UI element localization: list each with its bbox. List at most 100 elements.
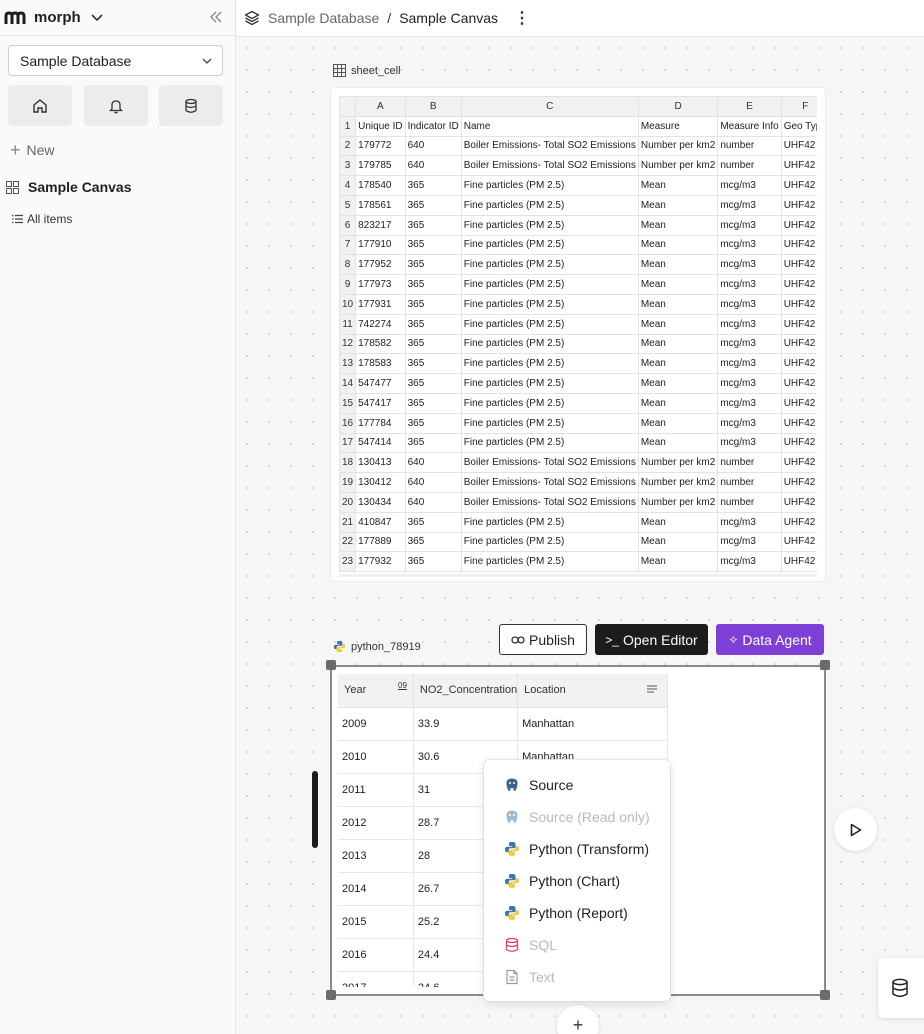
breadcrumb-database[interactable]: Sample Database — [268, 10, 379, 26]
sheet-cell[interactable]: 365 — [404, 511, 462, 533]
sheet-cell[interactable]: 640 — [404, 155, 462, 177]
sheet-cell[interactable]: mcg/m3 — [717, 254, 782, 276]
row-number[interactable]: 8 — [339, 254, 357, 276]
sheet-cell[interactable]: Fine particles (PM 2.5) — [460, 353, 639, 375]
sheet-cell[interactable]: 177889 — [355, 531, 406, 553]
run-button[interactable] — [834, 808, 877, 851]
sheet-cell[interactable]: Geo Type — [780, 115, 817, 137]
table-cell[interactable]: 2015 — [338, 905, 414, 939]
sheet-cell[interactable]: mcg/m3 — [717, 373, 782, 394]
resize-handle-top-left[interactable] — [326, 660, 336, 670]
sheet-cell[interactable]: Mean — [637, 353, 719, 375]
sheet-cell[interactable]: UHF42 — [780, 472, 817, 493]
sheet-cell[interactable]: Mean — [637, 333, 719, 355]
sheet-cell[interactable]: UHF42 — [780, 373, 817, 394]
publish-button[interactable]: Publish — [499, 624, 587, 655]
row-number[interactable]: 13 — [339, 353, 357, 375]
sheet-cell[interactable]: UHF42 — [780, 511, 817, 533]
sheet-cell[interactable]: number — [717, 491, 782, 513]
sheet-cell[interactable]: 365 — [404, 214, 462, 236]
sheet-cell[interactable]: Mean — [637, 551, 719, 573]
sheet-cell[interactable]: 365 — [404, 175, 462, 196]
sheet-cell[interactable]: Mean — [637, 531, 719, 553]
row-number[interactable]: 9 — [339, 274, 357, 295]
new-button[interactable]: + New — [10, 141, 55, 159]
sheet-cell[interactable]: 365 — [404, 194, 462, 216]
sheet-cell[interactable]: UHF42 — [780, 491, 817, 513]
row-number[interactable]: 23 — [339, 551, 357, 573]
sheet-cell-label[interactable]: sheet_cell — [333, 64, 401, 77]
sheet-cell[interactable]: Indicator ID — [404, 115, 462, 137]
row-number[interactable]: 16 — [339, 412, 357, 434]
sheet-cell[interactable]: Fine particles (PM 2.5) — [460, 373, 639, 394]
sheet-cell[interactable]: mcg/m3 — [717, 175, 782, 196]
sheet-cell-card[interactable]: ABCDEF 1 Unique ID Indicator ID Name Measure… — [331, 88, 825, 581]
sheet-cell[interactable]: Fine particles (PM 2.5) — [460, 333, 639, 355]
sheet-cell[interactable]: mcg/m3 — [717, 333, 782, 355]
sheet-cell[interactable]: UHF42 — [780, 313, 817, 335]
sheet-cell[interactable]: 177932 — [355, 551, 406, 573]
sheet-cell[interactable]: Mean — [637, 254, 719, 276]
sheet-cell[interactable]: 178561 — [355, 194, 406, 216]
sheet-cell[interactable]: Number per km2 — [637, 491, 719, 513]
sheet-cell[interactable]: 640 — [404, 135, 462, 157]
open-editor-button[interactable]: >_ Open Editor — [595, 624, 708, 655]
resize-handle-bottom-right[interactable] — [820, 990, 830, 1000]
menu-item-python-chart[interactable]: Python (Chart) — [484, 865, 670, 897]
sheet-cell[interactable]: 178582 — [355, 333, 406, 355]
sheet-cell[interactable]: number — [717, 155, 782, 177]
sheet-cell[interactable]: Fine particles (PM 2.5) — [460, 175, 639, 196]
sheet-grid-viewport[interactable]: ABCDEF 1 Unique ID Indicator ID Name Measure… — [339, 96, 817, 574]
sheet-cell[interactable]: Fine particles (PM 2.5) — [460, 214, 639, 236]
sheet-cell[interactable]: mcg/m3 — [717, 432, 782, 454]
row-number[interactable]: 6 — [339, 214, 357, 236]
sheet-grid[interactable]: ABCDEF 1 Unique ID Indicator ID Name Measure… — [339, 96, 817, 573]
sheet-cell[interactable]: 178540 — [355, 175, 406, 196]
sheet-cell[interactable]: mcg/m3 — [717, 234, 782, 256]
sheet-cell[interactable]: Boiler Emissions- Total SO2 Emissions — [460, 491, 639, 513]
sheet-cell[interactable]: UHF42 — [780, 452, 817, 474]
sheet-cell[interactable]: 365 — [404, 432, 462, 454]
sheet-cell[interactable]: Mean — [637, 214, 719, 236]
more-options-icon[interactable]: ⋮ — [514, 8, 530, 28]
row-number[interactable]: 3 — [339, 155, 357, 177]
sheet-cell[interactable]: 365 — [404, 293, 462, 315]
row-number[interactable]: 4 — [339, 175, 357, 196]
sheet-cell[interactable]: Number per km2 — [637, 472, 719, 493]
sheet-cell[interactable]: Mean — [637, 432, 719, 454]
sheet-cell[interactable]: Mean — [637, 373, 719, 394]
collapse-sidebar-icon[interactable] — [208, 10, 224, 24]
table-cell[interactable]: 2009 — [338, 707, 414, 741]
sheet-cell[interactable]: 365 — [404, 234, 462, 256]
sheet-cell[interactable]: Mean — [637, 274, 719, 295]
sheet-cell[interactable]: 177931 — [355, 293, 406, 315]
sheet-cell[interactable]: 365 — [404, 412, 462, 434]
row-number[interactable]: 14 — [339, 373, 357, 394]
sheet-cell[interactable]: Measure — [637, 115, 719, 137]
column-letter-header[interactable]: F — [780, 96, 817, 117]
sheet-cell[interactable]: 365 — [404, 254, 462, 276]
sheet-cell[interactable]: Number per km2 — [637, 155, 719, 177]
sheet-cell[interactable]: UHF42 — [780, 194, 817, 216]
sidebar-item-all-items[interactable]: All items — [12, 212, 72, 226]
sheet-cell[interactable]: 365 — [404, 551, 462, 573]
column-header-location[interactable]: Location — [517, 674, 668, 708]
sheet-cell[interactable]: Fine particles (PM 2.5) — [460, 392, 639, 414]
sheet-cell[interactable]: 177952 — [355, 254, 406, 276]
sheet-cell[interactable]: 178583 — [355, 353, 406, 375]
sheet-cell[interactable]: mcg/m3 — [717, 194, 782, 216]
sheet-cell[interactable]: 410847 — [355, 511, 406, 533]
row-number[interactable]: 19 — [339, 472, 357, 493]
sheet-cell[interactable]: UHF42 — [780, 333, 817, 355]
menu-item-python-transform[interactable]: Python (Transform) — [484, 833, 670, 865]
sheet-cell[interactable]: UHF42 — [780, 551, 817, 573]
sheet-cell[interactable]: 365 — [404, 353, 462, 375]
sheet-cell[interactable]: mcg/m3 — [717, 531, 782, 553]
sheet-cell[interactable]: mcg/m3 — [717, 313, 782, 335]
row-number[interactable]: 22 — [339, 531, 357, 553]
sheet-cell[interactable]: Fine particles (PM 2.5) — [460, 551, 639, 573]
sheet-cell[interactable]: mcg/m3 — [717, 511, 782, 533]
sheet-cell[interactable]: Fine particles (PM 2.5) — [460, 432, 639, 454]
sheet-cell[interactable]: Fine particles (PM 2.5) — [460, 234, 639, 256]
breadcrumb-canvas[interactable]: Sample Canvas — [399, 10, 498, 26]
